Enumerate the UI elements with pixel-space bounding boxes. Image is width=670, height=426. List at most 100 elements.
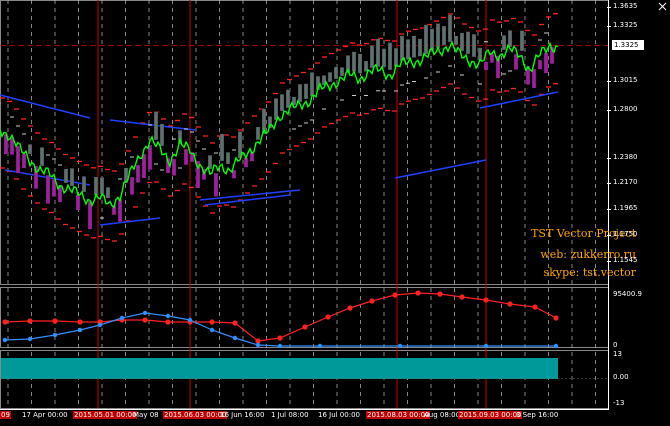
price-candle <box>501 35 507 51</box>
oscillator-red-marker <box>302 324 308 330</box>
price-candle <box>393 47 399 68</box>
time-label: Aug 08:00 <box>424 411 461 419</box>
price-candle <box>489 53 495 63</box>
price-candle <box>411 35 417 58</box>
price-candle <box>369 45 375 69</box>
oscillator-blue-marker <box>142 310 148 316</box>
price-candle <box>441 25 447 46</box>
oscillator-red-marker <box>507 301 513 307</box>
price-candle <box>63 168 69 184</box>
price-candle <box>339 67 345 77</box>
price-candle <box>255 126 261 141</box>
band-trend-segment <box>109 119 196 131</box>
oscillator-red-marker <box>459 294 465 300</box>
oscillator-red-marker <box>2 319 8 325</box>
oscillator-panel-frame <box>0 287 609 348</box>
time-label: 2015.05.01 00:00 <box>73 411 138 419</box>
oscillator-blue-line <box>4 312 556 347</box>
time-label: 2015.08.03 00:00 <box>366 411 431 419</box>
price-candle <box>213 172 219 197</box>
price-tick: 1.2380 <box>607 153 638 161</box>
price-candle <box>303 83 309 100</box>
oscillator-red-marker <box>165 319 171 325</box>
price-candle <box>105 187 111 199</box>
oscillator-blue-marker <box>187 317 193 323</box>
price-candle <box>399 35 405 62</box>
price-candle <box>279 93 285 112</box>
oscillator-red-marker <box>347 305 353 311</box>
oscillator-blue-marker <box>483 343 489 349</box>
price-candle <box>99 177 105 195</box>
oscillator-red-marker <box>532 304 538 310</box>
price-candle <box>45 174 51 204</box>
oscillator-max-label: 95400.9 <box>613 290 642 298</box>
price-candle <box>333 66 339 80</box>
oscillator-blue-marker <box>232 335 238 341</box>
price-tick: 1.1965 <box>607 204 638 212</box>
oscillator-blue-marker <box>119 315 125 321</box>
oscillator-blue-marker <box>52 332 58 338</box>
current-price-label: 1.3325 <box>612 40 644 50</box>
oscillator-blue-marker <box>317 343 323 349</box>
price-tick: 1.1750 <box>607 230 638 238</box>
price-tick: 1.3635 <box>607 2 638 10</box>
histogram-bar <box>1 358 558 379</box>
price-candle <box>477 47 483 61</box>
price-candle <box>531 68 537 89</box>
time-label: 17 Apr 00:00 <box>22 411 68 419</box>
price-candle <box>387 42 393 71</box>
price-candle <box>459 32 465 52</box>
band-trend-segment <box>99 217 161 226</box>
oscillator-red-marker <box>27 318 33 324</box>
price-candle <box>93 176 99 196</box>
price-candle <box>75 194 81 211</box>
time-label: 16 Jul 00:00 <box>318 411 360 419</box>
oscillator-red-marker <box>369 298 375 304</box>
price-candle <box>519 30 525 52</box>
price-candle <box>375 38 381 67</box>
price-candle <box>435 23 441 49</box>
time-label: 2015.06.03 00:00 <box>163 411 228 419</box>
oscillator-blue-marker <box>553 343 559 349</box>
price-candle <box>159 123 165 147</box>
time-label: May 08 <box>133 411 159 419</box>
price-candle <box>135 164 141 183</box>
price-candle <box>225 152 231 165</box>
oscillator-red-marker <box>415 290 421 296</box>
oscillator-red-marker <box>392 292 398 298</box>
price-candle <box>543 52 549 74</box>
price-tick: 1.3015 <box>607 76 638 84</box>
band-trend-segment <box>394 159 487 179</box>
price-candle <box>447 14 453 43</box>
histogram-top-label: 13 <box>613 350 622 358</box>
price-candle <box>423 24 429 55</box>
price-candle <box>183 148 189 166</box>
price-tick: 1.2800 <box>607 105 638 113</box>
histogram-zero-label: 0.00 <box>613 373 629 381</box>
oscillator-blue-marker <box>165 313 171 319</box>
price-candle <box>285 89 291 109</box>
oscillator-blue-marker <box>2 337 8 343</box>
price-candle <box>483 61 489 71</box>
price-candle <box>153 111 159 141</box>
oscillator-red-marker <box>209 319 215 325</box>
price-candle <box>417 38 423 57</box>
price-candle <box>381 48 387 68</box>
price-candle <box>507 30 513 48</box>
oscillator-red-marker <box>483 297 489 303</box>
histogram-bottom-label: -13 <box>613 399 625 407</box>
band-trend-segment <box>479 91 559 109</box>
oscillator-red-marker <box>142 317 148 323</box>
price-candle <box>309 72 315 97</box>
close-icon[interactable] <box>658 2 667 11</box>
oscillator-red-marker <box>52 318 58 324</box>
watermark-skype: skype: tst.vector <box>543 266 636 279</box>
price-candle <box>357 53 363 74</box>
price-candle <box>129 176 135 195</box>
oscillator-red-line <box>4 292 557 342</box>
price-chart-canvas[interactable] <box>0 0 670 426</box>
price-candle <box>297 83 303 103</box>
time-label: 16 Jun 16:00 <box>220 411 265 419</box>
price-candle <box>327 72 333 83</box>
price-candle <box>171 158 177 176</box>
